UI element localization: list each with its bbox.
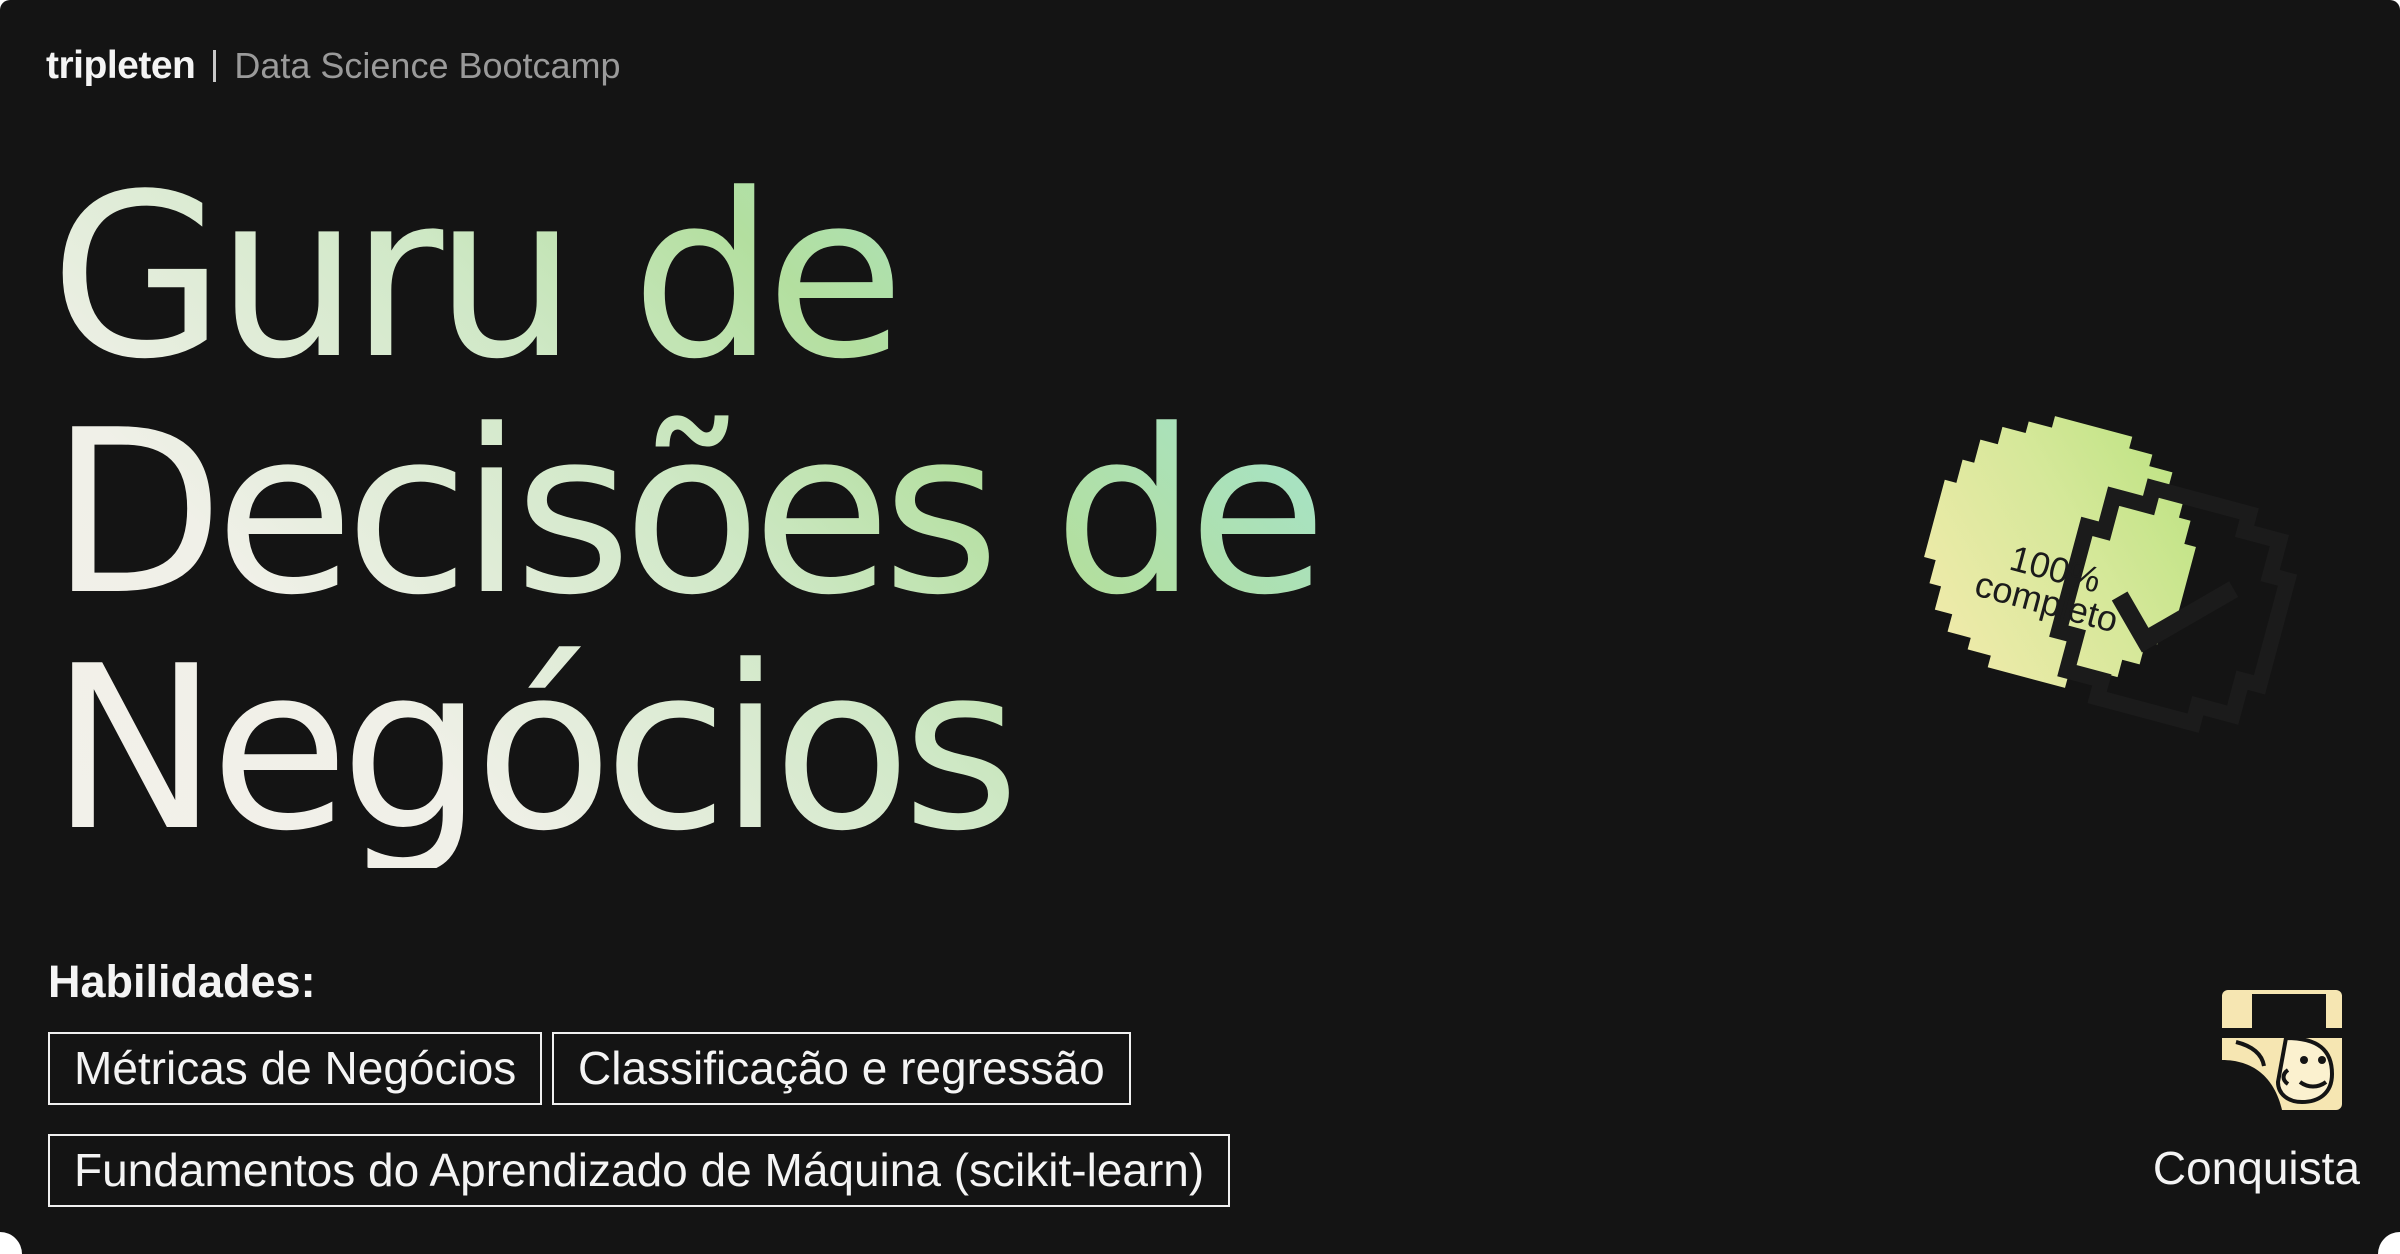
- skill-chip: Métricas de Negócios: [48, 1032, 543, 1105]
- skill-chip: Fundamentos do Aprendizado de Máquina (s…: [48, 1134, 1231, 1207]
- skill-chip: Classificação e regressão: [552, 1032, 1131, 1105]
- title-line-2: Decisões de: [50, 382, 1319, 645]
- skills-label: Habilidades:: [48, 956, 316, 1007]
- completion-badge: 100% completo: [1920, 412, 2298, 733]
- tripleten-logo: tripleten: [46, 44, 196, 87]
- certificate-title: Guru de Decisões de Negócios: [50, 160, 1550, 868]
- detective-character-icon: [2222, 990, 2342, 1110]
- title-line-1: Guru de: [50, 146, 896, 409]
- brand-divider: [213, 50, 217, 82]
- certificate-card: tripleten Data Science Bootcamp Guru de …: [0, 0, 2400, 1254]
- title-line-3: Negócios: [50, 618, 1011, 881]
- brand-header: tripleten Data Science Bootcamp: [46, 44, 621, 88]
- achievement-label: Conquista: [2152, 1142, 2360, 1194]
- program-name: Data Science Bootcamp: [234, 45, 621, 86]
